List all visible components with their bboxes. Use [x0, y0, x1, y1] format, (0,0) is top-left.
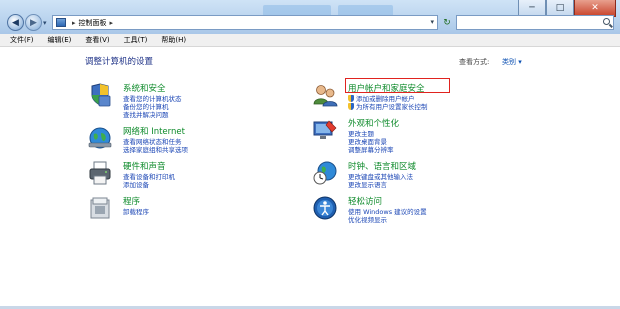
- ease-of-access-icon[interactable]: [312, 195, 338, 221]
- category-link[interactable]: 选择家庭组和共享选项: [123, 144, 188, 154]
- search-icon: [603, 18, 610, 25]
- control-panel-icon: [56, 18, 66, 27]
- menu-view[interactable]: 查看(V): [85, 35, 109, 45]
- category-link[interactable]: 添加设备: [123, 179, 149, 189]
- category-link[interactable]: 调整屏幕分辨率: [348, 144, 394, 154]
- display-paint-icon[interactable]: [312, 117, 338, 143]
- view-by-dropdown[interactable]: 类别 ▾: [502, 57, 522, 67]
- category-link[interactable]: 更改显示语言: [348, 179, 387, 189]
- category-link[interactable]: 优化视频显示: [348, 214, 387, 224]
- clock-globe-icon[interactable]: [312, 160, 338, 186]
- programs-icon[interactable]: [87, 195, 113, 221]
- breadcrumb-separator: ▸: [72, 18, 76, 27]
- address-dropdown-icon[interactable]: ▾: [430, 18, 434, 26]
- refresh-button[interactable]: ↻: [440, 15, 454, 30]
- menu-help[interactable]: 帮助(H): [161, 35, 186, 45]
- shield-flag-icon[interactable]: [87, 82, 113, 108]
- menu-file[interactable]: 文件(F): [10, 35, 34, 45]
- category-link-text: 为所有用户设置家长控制: [356, 103, 428, 111]
- category-link[interactable]: 查找并解决问题: [123, 109, 169, 119]
- recent-pages-dropdown[interactable]: ▾: [43, 19, 47, 27]
- highlight-box: [345, 78, 450, 93]
- printer-icon[interactable]: [87, 160, 113, 186]
- forward-arrow-icon: ▶: [30, 17, 37, 28]
- title-bar: ─ □ ✕ ◀ ▶ ▾ ▸ 控制面板 ▸ ▾ ↻: [0, 0, 620, 35]
- control-panel-window: ─ □ ✕ ◀ ▶ ▾ ▸ 控制面板 ▸ ▾ ↻ 文件(F) 编辑(E) 查看(…: [0, 0, 620, 309]
- back-arrow-icon: ◀: [12, 17, 19, 28]
- menu-bar: 文件(F) 编辑(E) 查看(V) 工具(T) 帮助(H): [0, 34, 620, 47]
- main-content: 调整计算机的设置 查看方式: 类别 ▾ 系统和安全 查看您的计算机状态 备份您的…: [0, 47, 620, 309]
- breadcrumb-control-panel[interactable]: 控制面板: [79, 18, 107, 28]
- network-globe-icon[interactable]: [87, 125, 113, 151]
- search-input[interactable]: [456, 15, 614, 30]
- menu-edit[interactable]: 编辑(E): [48, 35, 72, 45]
- back-button[interactable]: ◀: [7, 14, 24, 31]
- refresh-icon: ↻: [443, 17, 451, 28]
- category-link[interactable]: 为所有用户设置家长控制: [348, 101, 428, 111]
- menu-tools[interactable]: 工具(T): [124, 35, 148, 45]
- category-link[interactable]: 卸载程序: [123, 206, 149, 216]
- forward-button[interactable]: ▶: [25, 14, 42, 31]
- uac-shield-icon: [348, 103, 354, 110]
- breadcrumb-separator[interactable]: ▸: [110, 19, 114, 27]
- users-icon[interactable]: [312, 82, 338, 108]
- page-title: 调整计算机的设置: [85, 57, 154, 67]
- view-by-label: 查看方式:: [459, 58, 490, 66]
- address-bar[interactable]: ▸ 控制面板 ▸ ▾: [52, 15, 438, 30]
